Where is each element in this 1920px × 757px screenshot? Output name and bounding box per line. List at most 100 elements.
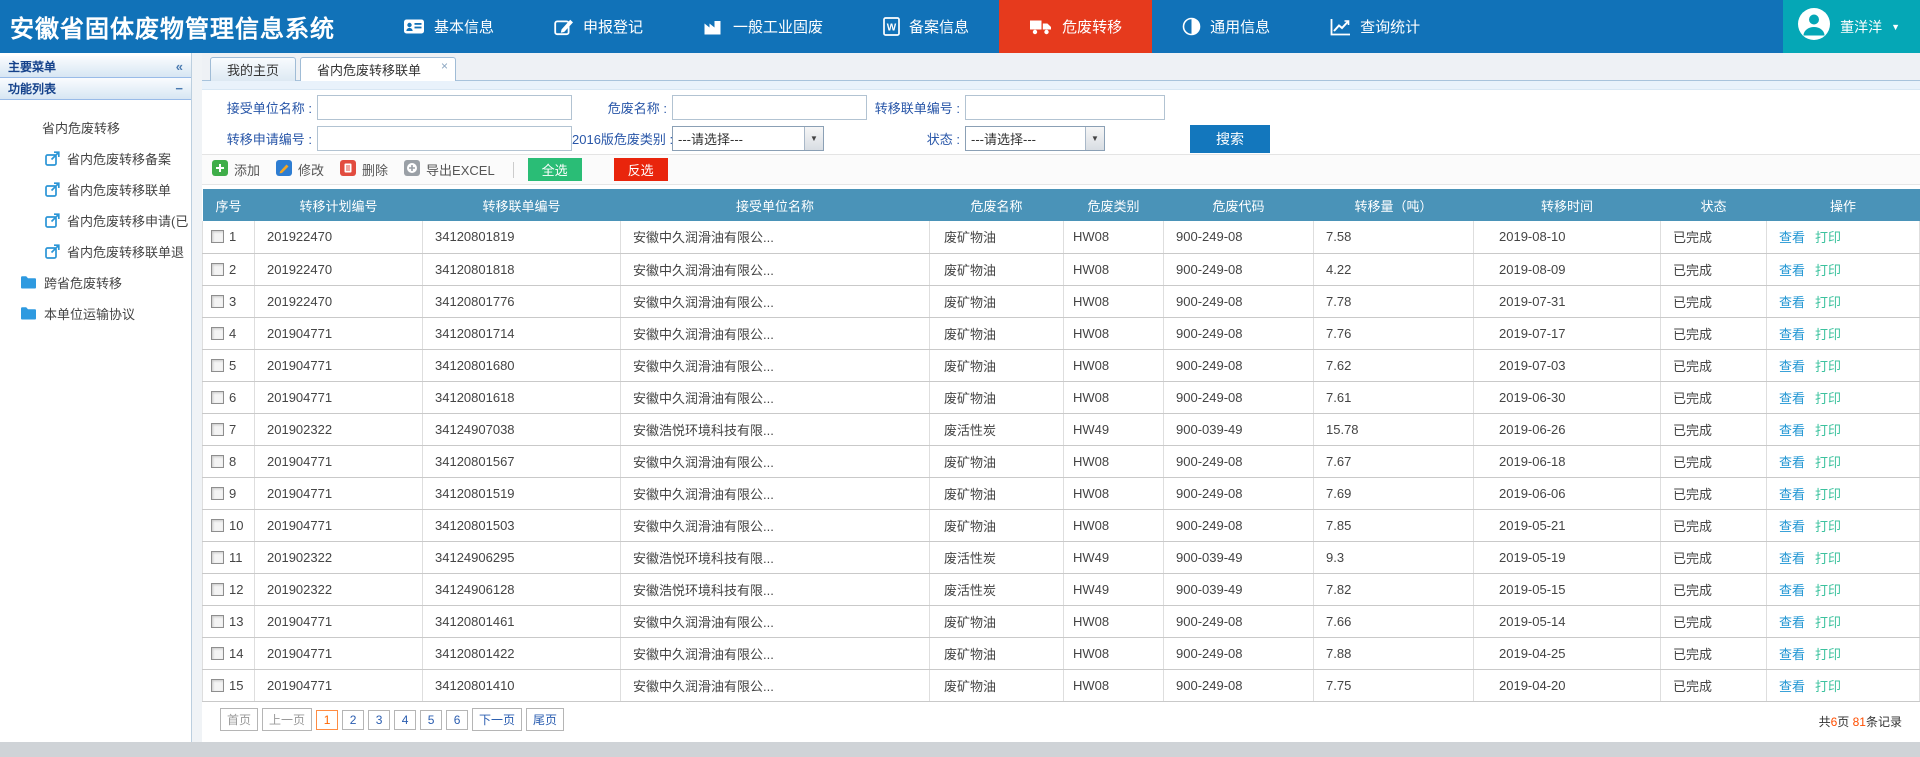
view-link[interactable]: 查看 bbox=[1779, 295, 1805, 310]
prev-page-button[interactable]: 上一页 bbox=[262, 708, 312, 731]
print-link[interactable]: 打印 bbox=[1815, 519, 1841, 534]
print-link[interactable]: 打印 bbox=[1815, 295, 1841, 310]
tree-item[interactable]: 跨省危废转移 bbox=[0, 267, 191, 298]
nav-item-2[interactable]: 申报登记 bbox=[524, 0, 673, 53]
print-link[interactable]: 打印 bbox=[1815, 455, 1841, 470]
page-button-2[interactable]: 2 bbox=[342, 710, 364, 730]
row-checkbox[interactable] bbox=[211, 583, 224, 596]
row-checkbox[interactable] bbox=[211, 455, 224, 468]
export-excel-button[interactable]: 导出EXCEL bbox=[404, 160, 495, 179]
row-checkbox[interactable] bbox=[211, 230, 224, 243]
print-link[interactable]: 打印 bbox=[1815, 423, 1841, 438]
status-cell: 已完成 bbox=[1661, 477, 1767, 509]
search-input[interactable] bbox=[672, 95, 867, 120]
amount-cell: 7.69 bbox=[1314, 477, 1474, 509]
page-button-4[interactable]: 4 bbox=[394, 710, 416, 730]
page-button-5[interactable]: 5 bbox=[420, 710, 442, 730]
nav-item-5[interactable]: 危废转移 bbox=[999, 0, 1152, 53]
print-link[interactable]: 打印 bbox=[1815, 647, 1841, 662]
row-checkbox[interactable] bbox=[211, 423, 224, 436]
row-checkbox[interactable] bbox=[211, 615, 224, 628]
view-link[interactable]: 查看 bbox=[1779, 647, 1805, 662]
nav-item-3[interactable]: 一般工业固废 bbox=[673, 0, 853, 53]
nav-item-4[interactable]: W备案信息 bbox=[853, 0, 999, 53]
sidebar-panel-function-list[interactable]: 功能列表 − bbox=[0, 78, 191, 100]
minimize-icon[interactable]: − bbox=[175, 81, 183, 96]
tree-item[interactable]: 省内危废转移联单退 bbox=[0, 236, 191, 267]
search-input[interactable] bbox=[317, 126, 572, 151]
delete-button[interactable]: 删除 bbox=[340, 160, 388, 179]
row-checkbox[interactable] bbox=[211, 263, 224, 276]
select-all-button[interactable]: 全选 bbox=[528, 158, 582, 181]
row-checkbox[interactable] bbox=[211, 327, 224, 340]
print-link[interactable]: 打印 bbox=[1815, 551, 1841, 566]
row-number: 15 bbox=[229, 678, 243, 693]
sidebar-panel-main-menu[interactable]: 主要菜单 « bbox=[0, 56, 191, 78]
splitter[interactable] bbox=[192, 53, 202, 742]
view-link[interactable]: 查看 bbox=[1779, 583, 1805, 598]
row-checkbox[interactable] bbox=[211, 487, 224, 500]
view-link[interactable]: 查看 bbox=[1779, 263, 1805, 278]
row-checkbox[interactable] bbox=[211, 679, 224, 692]
view-link[interactable]: 查看 bbox=[1779, 327, 1805, 342]
page-button-3[interactable]: 3 bbox=[368, 710, 390, 730]
print-link[interactable]: 打印 bbox=[1815, 679, 1841, 694]
tab-1[interactable]: 我的主页 bbox=[210, 57, 296, 81]
view-link[interactable]: 查看 bbox=[1779, 423, 1805, 438]
view-link[interactable]: 查看 bbox=[1779, 519, 1805, 534]
tool-button-label: 添加 bbox=[234, 160, 260, 179]
close-icon[interactable]: × bbox=[441, 60, 448, 72]
search-button[interactable]: 搜索 bbox=[1190, 125, 1270, 153]
nav-item-6[interactable]: 通用信息 bbox=[1152, 0, 1300, 53]
row-checkbox[interactable] bbox=[211, 359, 224, 372]
chevron-down-icon[interactable]: ▼ bbox=[1085, 127, 1104, 150]
page-button-1[interactable]: 1 bbox=[316, 710, 338, 730]
search-input[interactable] bbox=[317, 95, 572, 120]
print-link[interactable]: 打印 bbox=[1815, 487, 1841, 502]
page-button-6[interactable]: 6 bbox=[446, 710, 468, 730]
select-dropdown[interactable]: ---请选择---▼ bbox=[965, 126, 1105, 151]
search-input[interactable] bbox=[965, 95, 1165, 120]
row-checkbox[interactable] bbox=[211, 295, 224, 308]
select-dropdown[interactable]: ---请选择---▼ bbox=[672, 126, 824, 151]
print-link[interactable]: 打印 bbox=[1815, 359, 1841, 374]
view-link[interactable]: 查看 bbox=[1779, 230, 1805, 245]
collapse-icon[interactable]: « bbox=[176, 59, 183, 74]
print-link[interactable]: 打印 bbox=[1815, 263, 1841, 278]
view-link[interactable]: 查看 bbox=[1779, 679, 1805, 694]
tree-item[interactable]: 本单位运输协议 bbox=[0, 298, 191, 329]
tree-item[interactable]: 省内危废转移申请(已 bbox=[0, 205, 191, 236]
external-link-icon bbox=[45, 213, 60, 228]
tree-item[interactable]: 省内危废转移联单 bbox=[0, 174, 191, 205]
print-link[interactable]: 打印 bbox=[1815, 391, 1841, 406]
row-checkbox[interactable] bbox=[211, 647, 224, 660]
nav-item-1[interactable]: 基本信息 bbox=[373, 0, 524, 53]
last-page-button[interactable]: 尾页 bbox=[526, 708, 564, 731]
view-link[interactable]: 查看 bbox=[1779, 391, 1805, 406]
row-checkbox[interactable] bbox=[211, 391, 224, 404]
print-link[interactable]: 打印 bbox=[1815, 615, 1841, 630]
row-checkbox[interactable] bbox=[211, 551, 224, 564]
first-page-button[interactable]: 首页 bbox=[220, 708, 258, 731]
invert-selection-button[interactable]: 反选 bbox=[614, 158, 668, 181]
user-menu[interactable]: 董洋洋 ▼ bbox=[1783, 0, 1920, 53]
tree-item[interactable]: 省内危废转移 bbox=[0, 112, 191, 143]
status-cell: 已完成 bbox=[1661, 605, 1767, 637]
row-checkbox[interactable] bbox=[211, 519, 224, 532]
view-link[interactable]: 查看 bbox=[1779, 615, 1805, 630]
tab-2[interactable]: 省内危废转移联单× bbox=[300, 57, 456, 81]
print-link[interactable]: 打印 bbox=[1815, 583, 1841, 598]
tree-item[interactable]: 省内危废转移备案 bbox=[0, 143, 191, 174]
add-button[interactable]: 添加 bbox=[212, 160, 260, 179]
chevron-down-icon[interactable]: ▼ bbox=[804, 127, 823, 150]
view-link[interactable]: 查看 bbox=[1779, 551, 1805, 566]
view-link[interactable]: 查看 bbox=[1779, 359, 1805, 374]
view-link[interactable]: 查看 bbox=[1779, 455, 1805, 470]
print-link[interactable]: 打印 bbox=[1815, 230, 1841, 245]
modify-button[interactable]: 修改 bbox=[276, 160, 324, 179]
next-page-button[interactable]: 下一页 bbox=[472, 708, 522, 731]
view-link[interactable]: 查看 bbox=[1779, 487, 1805, 502]
factory-icon bbox=[703, 18, 724, 36]
print-link[interactable]: 打印 bbox=[1815, 327, 1841, 342]
nav-item-7[interactable]: 查询统计 bbox=[1300, 0, 1450, 53]
